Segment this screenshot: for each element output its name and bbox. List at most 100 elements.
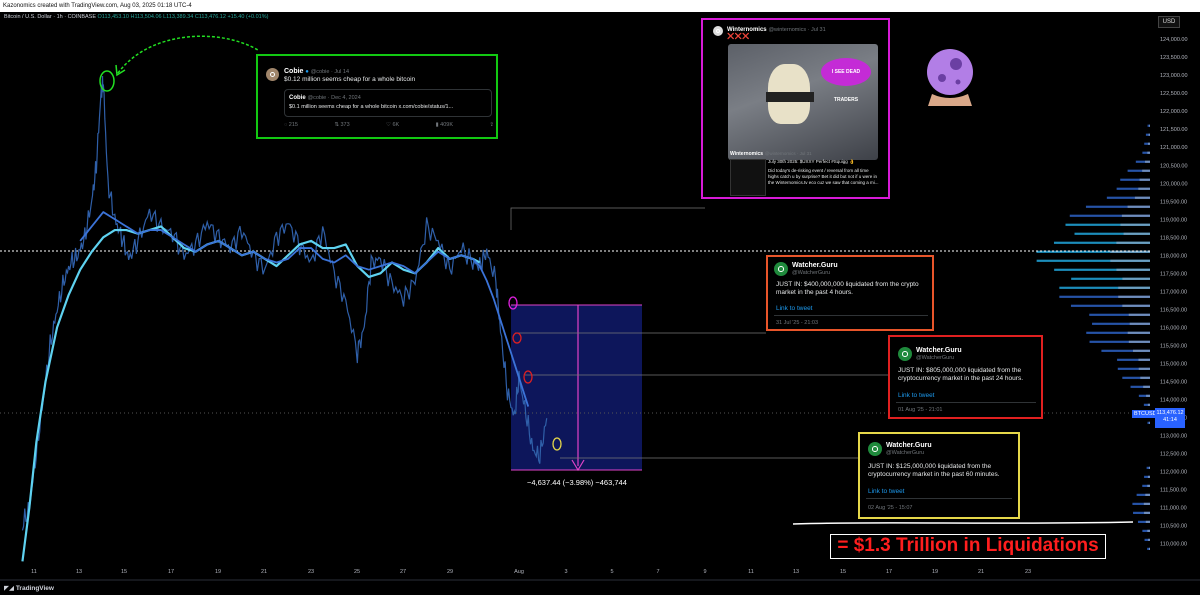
moving-average-2-series [79, 211, 530, 407]
y-tick-label: 112,000.00 [1160, 469, 1187, 475]
price-series [21, 75, 548, 531]
tweet-link[interactable]: Link to tweet [898, 392, 935, 399]
tweet-watcherguru-3[interactable]: Watcher.Guru @WatcherGuru JUST IN: $125,… [858, 432, 1020, 519]
tweet-image[interactable]: I SEE DEAD TRADERS [728, 44, 878, 160]
volume-bar-inner [1116, 268, 1150, 271]
volume-bar-inner [1147, 529, 1150, 532]
tweet-watcherguru-2[interactable]: Watcher.Guru @WatcherGuru JUST IN: $805,… [888, 335, 1043, 419]
x-tick-label: 7 [656, 569, 659, 575]
divider [896, 402, 1036, 403]
tweet-cobie[interactable]: Cobie ● @cobie · Jul 14 $0.12 million se… [256, 54, 498, 139]
currency-button[interactable]: USD [1158, 16, 1180, 28]
x-tick-label: 17 [168, 569, 174, 575]
measure-label: −4,637.44 (−3.98%) −463,744 [527, 478, 627, 487]
tweet-link[interactable]: Link to tweet [868, 488, 905, 495]
quoted-tweet[interactable]: Cobie @cobie · Dec 4, 2024 $0.1 million … [284, 89, 492, 117]
avatar [774, 262, 788, 276]
tweet-date: 02 Aug '25 - 15:07 [868, 505, 913, 511]
tweet-date: 31 Jul '25 - 21:03 [776, 320, 819, 326]
volume-profile [1036, 124, 1150, 550]
divider [866, 498, 1012, 499]
volume-bar-inner [1148, 547, 1150, 550]
volume-bar-inner [1145, 493, 1150, 496]
volume-bar-inner [1121, 214, 1150, 217]
y-tick-label: 112,500.00 [1160, 451, 1187, 457]
tweet-text: ❌❌❌ [727, 34, 750, 40]
quote-thumbnail [730, 159, 766, 196]
retweet-count[interactable]: ⇅ 373 [334, 122, 349, 128]
volume-bar-inner [1143, 385, 1150, 388]
volume-bar-inner [1145, 520, 1150, 523]
y-tick-label: 119,000.00 [1160, 217, 1187, 223]
x-tick-label: 19 [932, 569, 938, 575]
volume-bar-inner [1120, 223, 1150, 226]
symbol-name[interactable]: Bitcoin / U.S. Dollar · 1h · COINBASE [4, 14, 96, 20]
volume-bar-inner [1149, 421, 1150, 424]
liquidations-callout: = $1.3 Trillion in Liquidations [830, 534, 1106, 559]
tweet-text: JUST IN: $805,000,000 liquidated from th… [898, 367, 1024, 382]
price-chart[interactable]: 110,000.00 110,500.00 111,000.00 111,500.00… [0, 0, 1200, 595]
bar-countdown: 41:14 [1163, 416, 1177, 423]
avatar [266, 68, 279, 81]
volume-bar-inner [1147, 475, 1150, 478]
y-tick-label: 117,500.00 [1160, 271, 1187, 277]
series-layer [21, 75, 548, 562]
x-tick-label: 25 [354, 569, 360, 575]
quote-line-4: the Winternomics.tv eco cuz we saw that … [768, 180, 879, 185]
measure-box[interactable] [511, 305, 642, 470]
y-tick-label: 113,000.00 [1160, 433, 1187, 439]
volume-bar-inner [1122, 304, 1150, 307]
current-price: 113,476.12 [1156, 410, 1184, 416]
view-count[interactable]: ▮ 409K [436, 122, 453, 128]
tweet-watcherguru-1[interactable]: Watcher.Guru @WatcherGuru JUST IN: $400,… [766, 255, 934, 331]
tweet-text: JUST IN: $125,000,000 liquidated from th… [868, 463, 1000, 478]
volume-bar-inner [1123, 232, 1150, 235]
avatar [713, 26, 723, 36]
volume-bar-inner [1146, 394, 1150, 397]
quoted-tweet[interactable]: Winternomics @winternomics · Jul 31 July… [728, 148, 888, 196]
volume-bar-inner [1116, 241, 1150, 244]
y-tick-label: 122,000.00 [1160, 109, 1188, 115]
quote-author: Cobie [289, 95, 306, 101]
tweet-text: $0.12 million seems cheap for a whole bi… [284, 76, 416, 83]
x-axis: 11 13 15 17 19 21 23 25 27 29 Aug 3 5 7 9 11 13 15 17 19 21 2… [0, 565, 1200, 581]
y-tick-label: 111,000.00 [1160, 505, 1187, 511]
x-tick-label: 23 [308, 569, 314, 575]
y-tick-label: 120,000.00 [1160, 181, 1188, 187]
tweet-link[interactable]: Link to tweet [776, 305, 813, 312]
x-tick-label: 29 [447, 569, 453, 575]
volume-bar-inner [1128, 313, 1150, 316]
y-tick-label: 117,000.00 [1160, 289, 1187, 295]
y-tick-label: 123,000.00 [1160, 73, 1188, 79]
volume-bar-inner [1147, 403, 1150, 406]
green-dashed-arrow [117, 35, 259, 74]
y-tick-label: 118,500.00 [1160, 235, 1187, 241]
volume-bar-inner [1138, 367, 1150, 370]
volume-bar-inner [1127, 205, 1150, 208]
avatar [868, 442, 882, 456]
x-tick-label: 27 [400, 569, 406, 575]
y-tick-label: 115,500.00 [1160, 343, 1187, 349]
symbol-legend: Bitcoin / U.S. Dollar · 1h · COINBASE O1… [4, 14, 268, 20]
x-tick-label: 21 [261, 569, 267, 575]
tradingview-logo[interactable]: ◤◢ TradingView [4, 584, 54, 592]
volume-bar-inner [1118, 286, 1150, 289]
x-tick-label: 15 [840, 569, 846, 575]
x-tick-label: 17 [886, 569, 892, 575]
volume-bar-inner [1148, 133, 1150, 136]
ohlc-open: O113,453.10 [97, 14, 129, 20]
ohlc-high: H113,504.06 [130, 14, 162, 20]
y-tick-label: 118,000.00 [1160, 253, 1187, 259]
quote-handle: @winternomics · Jul 31 [764, 151, 812, 156]
reply-count[interactable]: ◌ 215 [284, 122, 298, 128]
x-tick-label: 21 [978, 569, 984, 575]
volume-bar-inner [1118, 295, 1150, 298]
volume-bar-inner [1128, 340, 1150, 343]
share-icon[interactable]: ⇪ [489, 122, 494, 128]
like-count[interactable]: ♡ 6K [386, 122, 399, 128]
tweet-winternomics[interactable]: Winternomics @winternomics · Jul 31 ❌❌❌ … [701, 18, 890, 199]
volume-bar-inner [1149, 124, 1150, 127]
volume-bar-inner [1138, 187, 1150, 190]
tweet-date: 01 Aug '25 - 21:01 [898, 407, 943, 413]
volume-bar-inner [1127, 331, 1150, 334]
